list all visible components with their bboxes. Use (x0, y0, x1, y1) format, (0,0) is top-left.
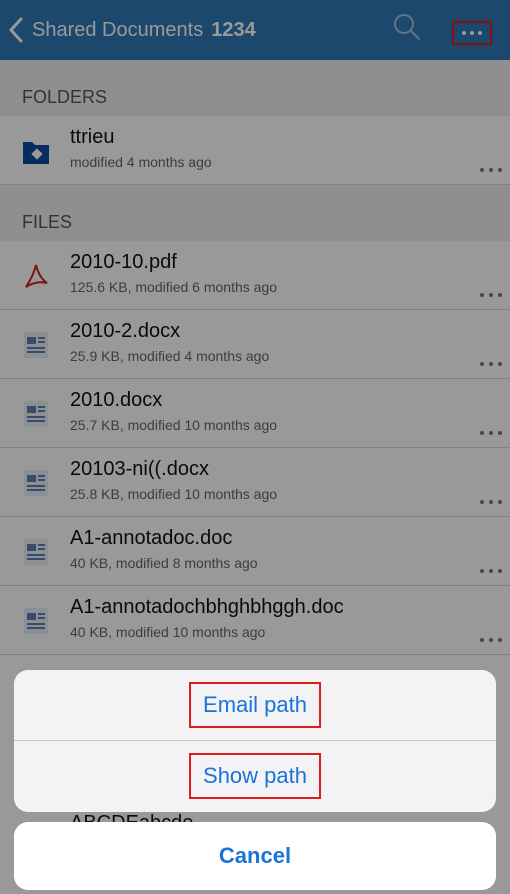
email-path-button[interactable]: Email path (189, 682, 321, 728)
email-path-option[interactable]: Email path (14, 670, 496, 741)
cancel-label: Cancel (218, 843, 292, 868)
action-sheet: Email path Show path (14, 670, 496, 812)
cancel-button[interactable]: Cancel (14, 822, 496, 890)
show-path-button[interactable]: Show path (189, 753, 321, 799)
show-path-option[interactable]: Show path (14, 741, 496, 811)
